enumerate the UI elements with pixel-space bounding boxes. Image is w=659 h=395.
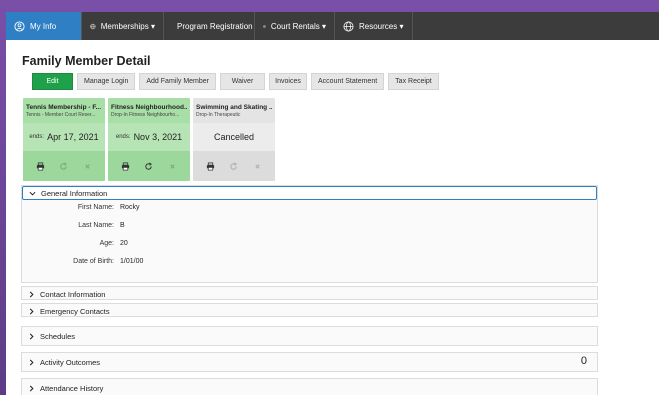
general-information-panel: General Information First Name: Rocky La… [21, 185, 598, 283]
card-subtitle: Drop-In Fitness Neighbourho... [111, 112, 180, 118]
waiver-button[interactable]: Waiver [220, 73, 266, 90]
chevron-right-icon [29, 308, 34, 314]
attendance-history-header[interactable]: Attendance History [22, 379, 597, 395]
card-name: Swimming and Skating ... [196, 104, 272, 111]
nav-resources[interactable]: Resources ▾ [335, 12, 413, 40]
schedules-header[interactable]: Schedules [22, 327, 597, 345]
contact-information-header[interactable]: Contact Information [22, 287, 597, 301]
chevron-right-icon [29, 359, 34, 365]
refresh-icon[interactable] [229, 162, 238, 171]
card-actions [108, 151, 190, 181]
field-label: Date of Birth: [73, 258, 114, 265]
field-value: 1/01/00 [120, 258, 144, 265]
chevron-down-icon [29, 191, 36, 196]
nav-memberships-label: Memberships ▾ [100, 21, 155, 31]
app-frame: My Info Memberships ▾ Program Registrati… [6, 0, 659, 395]
card-name: Fitness Neighbourhood... [111, 104, 187, 111]
ends-date: Nov 3, 2021 [133, 132, 183, 142]
chevron-right-icon [29, 385, 34, 391]
activity-outcomes-count: 0 [580, 355, 587, 367]
cancelled-status: Cancelled [213, 132, 255, 142]
activity-outcomes-header[interactable]: Activity Outcomes [22, 353, 597, 371]
add-family-member-button[interactable]: Add Family Member [139, 73, 217, 90]
emergency-contacts-header[interactable]: Emergency Contacts [22, 304, 597, 318]
top-purple-band [6, 0, 659, 12]
manage-login-button[interactable]: Manage Login [77, 73, 136, 90]
top-nav: My Info Memberships ▾ Program Registrati… [6, 12, 659, 40]
field-label: First Name: [77, 204, 114, 211]
general-information-header[interactable]: General Information [22, 186, 597, 200]
nav-memberships[interactable]: Memberships ▾ [82, 12, 164, 40]
activity-outcomes-panel[interactable]: Activity Outcomes 0 [21, 352, 598, 372]
field-value: 20 [120, 240, 128, 247]
person-circle-icon [14, 20, 25, 32]
globe-icon [90, 23, 96, 29]
nav-court-rentals[interactable]: Court Rentals ▾ [255, 12, 335, 40]
contact-information-panel[interactable]: Contact Information [21, 286, 598, 300]
close-icon[interactable] [168, 162, 177, 171]
nav-my-info-label: My Info [30, 21, 57, 31]
nav-resources-label: Resources ▾ [359, 21, 404, 31]
refresh-icon[interactable] [144, 162, 153, 171]
nav-program-registration-label: Program Registration [177, 21, 253, 31]
invoices-button[interactable]: Invoices [269, 73, 308, 90]
close-icon[interactable] [253, 162, 262, 171]
ends-label: ends: [29, 134, 45, 140]
activity-outcomes-title: Activity Outcomes [40, 357, 101, 367]
chevron-right-icon [29, 291, 34, 297]
action-toolbar: Edit Manage Login Add Family Member Waiv… [32, 73, 439, 90]
nav-my-info[interactable]: My Info [6, 12, 82, 40]
emergency-contacts-title: Emergency Contacts [40, 306, 110, 316]
card-ends: ends: Nov 3, 2021 [108, 123, 190, 151]
membership-card[interactable]: Swimming and Skating ... Drop-In Therape… [193, 98, 275, 181]
field-label: Last Name: [78, 222, 114, 229]
close-icon[interactable] [83, 162, 92, 171]
membership-cards: Tennis Membership - F... Tennis - Member… [23, 98, 275, 181]
card-header: Tennis Membership - F... Tennis - Member… [23, 98, 105, 123]
card-status: Cancelled [193, 123, 275, 151]
card-header: Swimming and Skating ... Drop-In Therape… [193, 98, 275, 123]
membership-card[interactable]: Tennis Membership - F... Tennis - Member… [23, 98, 105, 181]
globe-icon [263, 24, 266, 28]
card-header: Fitness Neighbourhood... Drop-In Fitness… [108, 98, 190, 123]
contact-information-title: Contact Information [40, 289, 106, 299]
refresh-icon[interactable] [59, 162, 68, 171]
edit-button[interactable]: Edit [32, 73, 73, 90]
attendance-history-panel[interactable]: Attendance History [21, 378, 598, 395]
field-value: B [120, 222, 125, 229]
print-icon[interactable] [121, 161, 130, 171]
account-statement-button[interactable]: Account Statement [311, 73, 385, 90]
print-icon[interactable] [36, 161, 45, 171]
page-title: Family Member Detail [22, 54, 151, 68]
chevron-right-icon [29, 333, 34, 339]
field-label: Age: [99, 240, 114, 247]
general-information-title: General Information [41, 188, 108, 198]
attendance-history-title: Attendance History [40, 383, 104, 393]
nav-court-rentals-label: Court Rentals ▾ [270, 21, 326, 31]
schedules-panel[interactable]: Schedules [21, 326, 598, 346]
ends-date: Apr 17, 2021 [47, 132, 99, 142]
emergency-contacts-panel[interactable]: Emergency Contacts [21, 303, 598, 317]
membership-card[interactable]: Fitness Neighbourhood... Drop-In Fitness… [108, 98, 190, 181]
nav-program-registration[interactable]: Program Registration [164, 12, 255, 40]
tax-receipt-button[interactable]: Tax Receipt [388, 73, 439, 90]
schedules-title: Schedules [40, 331, 76, 341]
card-subtitle: Tennis - Member Court Reser... [26, 112, 96, 118]
globe-icon [343, 21, 354, 31]
print-icon[interactable] [206, 161, 215, 171]
ends-label: ends: [115, 134, 131, 140]
card-actions [193, 151, 275, 181]
card-name: Tennis Membership - F... [26, 104, 102, 111]
field-value: Rocky [120, 204, 140, 211]
card-ends: ends: Apr 17, 2021 [23, 123, 105, 151]
card-actions [23, 151, 105, 181]
card-subtitle: Drop-In Therapeutic [196, 112, 241, 118]
